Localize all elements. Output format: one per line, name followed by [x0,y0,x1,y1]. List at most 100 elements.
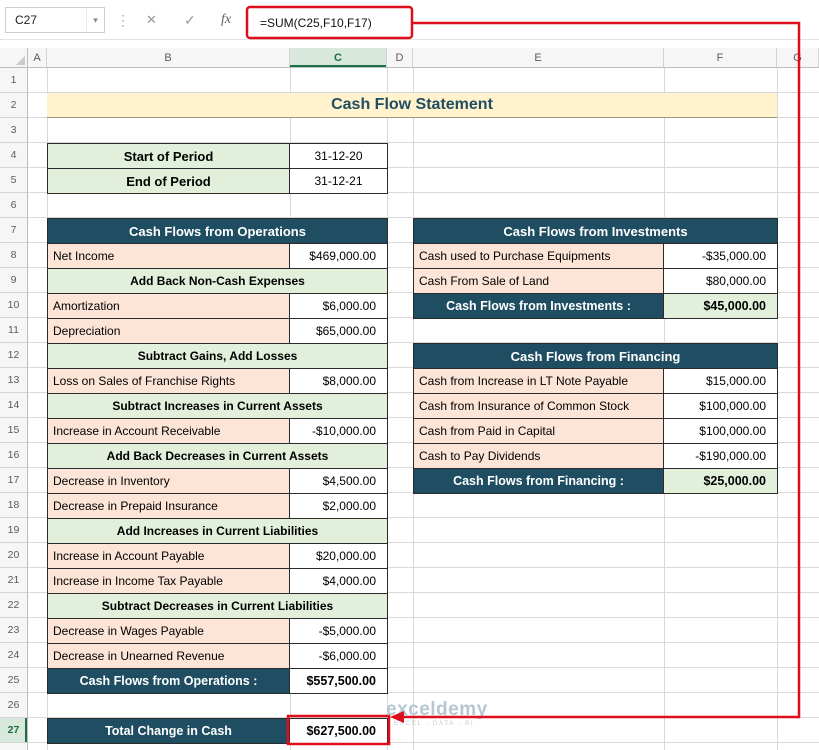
total-value-cell[interactable]: $25,000.00 [664,469,778,494]
item-value-cell[interactable]: $15,000.00 [664,369,778,394]
row-header-9[interactable]: 9 [0,268,27,293]
row-header-17[interactable]: 17 [0,468,27,493]
column-header-F[interactable]: F [664,48,777,67]
item-value-cell[interactable]: $80,000.00 [664,269,778,294]
section-cell[interactable]: Subtract Decreases in Current Liabilitie… [48,594,388,619]
item-value-cell[interactable]: $20,000.00 [290,544,388,569]
column-header-E[interactable]: E [413,48,664,67]
section-cell[interactable]: Subtract Gains, Add Losses [48,344,388,369]
table-header[interactable]: Cash Flows from Investments [414,219,778,244]
row-header-26[interactable]: 26 [0,693,27,718]
grand-total-label-cell[interactable]: Total Change in Cash [48,719,290,744]
item-value-cell[interactable]: $6,000.00 [290,294,388,319]
column-header-A[interactable]: A [28,48,47,67]
row-header-16[interactable]: 16 [0,443,27,468]
total-value-cell[interactable]: $45,000.00 [664,294,778,319]
item-value-cell[interactable]: $4,000.00 [290,569,388,594]
table-header[interactable]: Cash Flows from Financing [414,344,778,369]
cancel-icon[interactable]: ✕ [146,0,157,40]
row-header-18[interactable]: 18 [0,493,27,518]
total-value-cell[interactable]: $557,500.00 [290,669,388,694]
item-label-cell[interactable]: Net Income [48,244,290,269]
item-label-cell[interactable]: Increase in Income Tax Payable [48,569,290,594]
item-value-cell[interactable]: $2,000.00 [290,494,388,519]
total-label-cell[interactable]: Cash Flows from Operations : [48,669,290,694]
row-header-25[interactable]: 25 [0,668,27,693]
period-value-cell[interactable]: 31-12-21 [290,169,388,194]
formula-input[interactable]: =SUM(C25,F10,F17) [250,8,410,37]
period-label-cell[interactable]: End of Period [48,169,290,194]
item-label-cell[interactable]: Cash from Increase in LT Note Payable [414,369,664,394]
row-header-7[interactable]: 7 [0,218,27,243]
item-label-cell[interactable]: Increase in Account Receivable [48,419,290,444]
row-header-8[interactable]: 8 [0,243,27,268]
item-value-cell[interactable]: -$10,000.00 [290,419,388,444]
sheet-title-cell[interactable]: Cash Flow Statement [47,93,777,118]
row-header-20[interactable]: 20 [0,543,27,568]
row-header-14[interactable]: 14 [0,393,27,418]
row-header-1[interactable]: 1 [0,68,27,93]
item-label-cell[interactable]: Decrease in Prepaid Insurance [48,494,290,519]
row-header-6[interactable]: 6 [0,193,27,218]
column-header-D[interactable]: D [387,48,413,67]
item-value-cell[interactable]: $100,000.00 [664,419,778,444]
item-label-cell[interactable]: Amortization [48,294,290,319]
row-header-3[interactable]: 3 [0,118,27,143]
period-label-cell[interactable]: Start of Period [48,144,290,169]
row-header-22[interactable]: 22 [0,593,27,618]
item-value-cell[interactable]: -$6,000.00 [290,644,388,669]
item-value-cell[interactable]: $8,000.00 [290,369,388,394]
row-header-11[interactable]: 11 [0,318,27,343]
item-label-cell[interactable]: Cash used to Purchase Equipments [414,244,664,269]
row-header-2[interactable]: 2 [0,93,27,118]
row-header-23[interactable]: 23 [0,618,27,643]
table-row: Cash from Increase in LT Note Payable $15… [414,369,778,394]
table-header[interactable]: Cash Flows from Operations [48,219,388,244]
insert-function-icon[interactable]: fx [221,0,231,40]
item-label-cell[interactable]: Depreciation [48,319,290,344]
row-header-15[interactable]: 15 [0,418,27,443]
item-value-cell[interactable]: $100,000.00 [664,394,778,419]
total-label-cell[interactable]: Cash Flows from Financing : [414,469,664,494]
row-header-13[interactable]: 13 [0,368,27,393]
item-value-cell[interactable]: -$190,000.00 [664,444,778,469]
item-label-cell[interactable]: Decrease in Unearned Revenue [48,644,290,669]
period-value-cell[interactable]: 31-12-20 [290,144,388,169]
row-header-5[interactable]: 5 [0,168,27,193]
item-label-cell[interactable]: Cash from Paid in Capital [414,419,664,444]
item-label-cell[interactable]: Cash to Pay Dividends [414,444,664,469]
item-value-cell[interactable]: $4,500.00 [290,469,388,494]
item-label-cell[interactable]: Increase in Account Payable [48,544,290,569]
row-header-4[interactable]: 4 [0,143,27,168]
item-label-cell[interactable]: Cash From Sale of Land [414,269,664,294]
column-header-G[interactable]: G [777,48,819,67]
item-value-cell[interactable]: -$5,000.00 [290,619,388,644]
row-header-24[interactable]: 24 [0,643,27,668]
name-box[interactable]: C27 ▾ [5,7,105,33]
item-value-cell[interactable]: $65,000.00 [290,319,388,344]
item-label-cell[interactable]: Decrease in Wages Payable [48,619,290,644]
column-header-B[interactable]: B [47,48,290,67]
grand-total-value-cell[interactable]: $627,500.00 [290,719,388,744]
section-cell[interactable]: Add Back Decreases in Current Assets [48,444,388,469]
enter-icon[interactable]: ✓ [184,0,196,40]
name-box-dropdown-icon[interactable]: ▾ [86,8,104,32]
total-label-cell[interactable]: Cash Flows from Investments : [414,294,664,319]
select-all-corner[interactable] [0,48,28,67]
section-cell[interactable]: Subtract Increases in Current Assets [48,394,388,419]
row-header-27[interactable]: 27 [0,718,27,743]
row-header-12[interactable]: 12 [0,343,27,368]
table-row: Increase in Income Tax Payable $4,000.00 [48,569,388,594]
item-value-cell[interactable]: -$35,000.00 [664,244,778,269]
item-label-cell[interactable]: Decrease in Inventory [48,469,290,494]
item-label-cell[interactable]: Cash from Insurance of Common Stock [414,394,664,419]
row-header-21[interactable]: 21 [0,568,27,593]
column-header-C[interactable]: C [290,48,387,67]
item-label-cell[interactable]: Loss on Sales of Franchise Rights [48,369,290,394]
more-options-icon[interactable]: ⋮ [116,0,130,40]
row-header-10[interactable]: 10 [0,293,27,318]
section-cell[interactable]: Add Back Non-Cash Expenses [48,269,388,294]
item-value-cell[interactable]: $469,000.00 [290,244,388,269]
row-header-19[interactable]: 19 [0,518,27,543]
section-cell[interactable]: Add Increases in Current Liabilities [48,519,388,544]
